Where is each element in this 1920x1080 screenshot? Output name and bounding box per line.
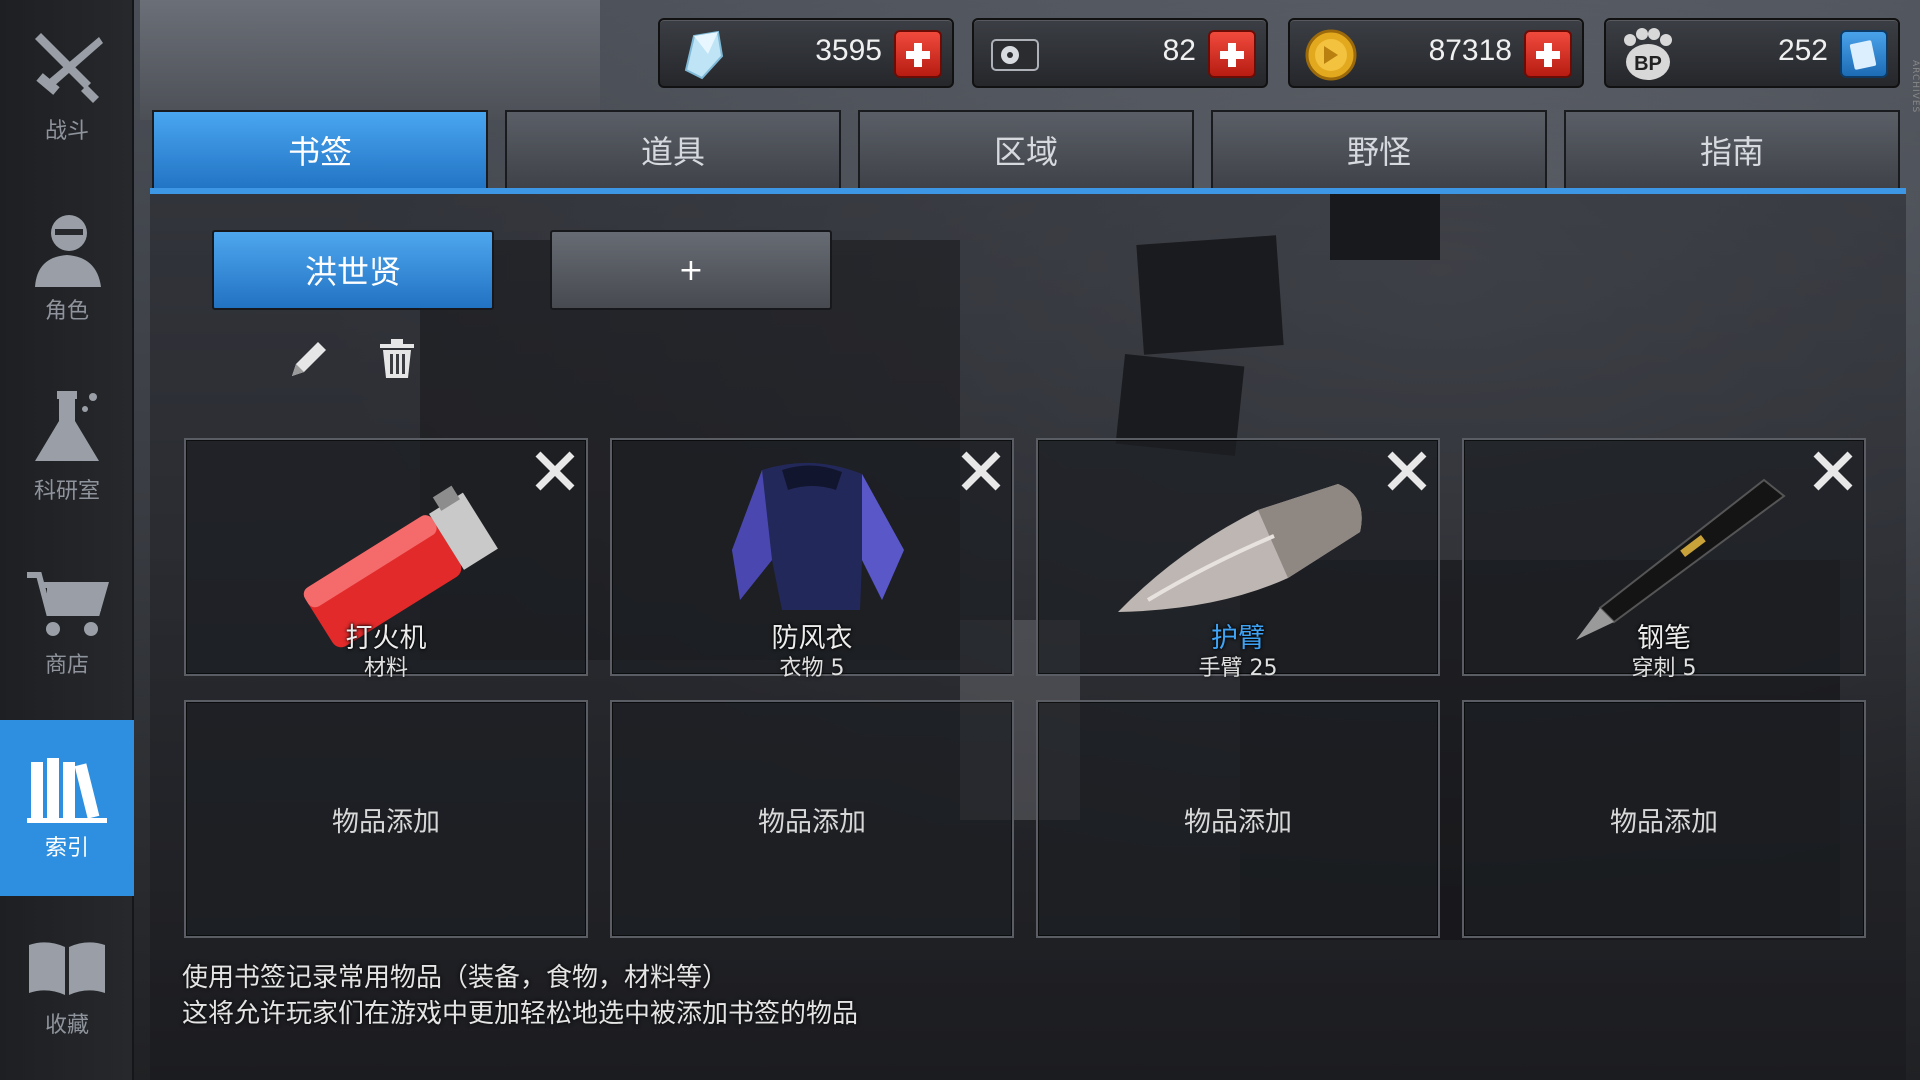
- bookmark-slot-arm-guard[interactable]: 护臂 手臂 25: [1036, 438, 1440, 681]
- tab-items[interactable]: 道具: [505, 110, 841, 188]
- add-bookmark-button[interactable]: +: [550, 230, 832, 310]
- remove-bookmark-icon[interactable]: [956, 446, 1006, 496]
- sidebar-item-lab[interactable]: 科研室: [0, 358, 134, 534]
- bookmark-help-text: 使用书签记录常用物品（装备，食物，材料等） 这将允许玩家们在游戏中更加轻松地选中…: [182, 960, 858, 1032]
- tab-guide[interactable]: 指南: [1564, 110, 1900, 188]
- books-icon: [27, 758, 107, 823]
- coin-value: 87318: [1428, 34, 1512, 67]
- side-decoration-text: ARCHIVES: [1910, 60, 1920, 114]
- bp-card-button[interactable]: [1840, 30, 1888, 78]
- bookmark-slot-fountain-pen[interactable]: 钢笔 穿刺 5: [1462, 438, 1866, 681]
- tab-areas[interactable]: 区域: [858, 110, 1194, 188]
- currency-crystal: 3595: [658, 18, 954, 88]
- svg-text:BP: BP: [1634, 53, 1662, 75]
- sidebar-item-label: 索引: [44, 836, 89, 861]
- pencil-edit-icon[interactable]: [286, 336, 332, 382]
- sidebar-item-label: 角色: [44, 299, 89, 324]
- add-item-label: 物品添加: [332, 806, 440, 838]
- tab-bookmarks[interactable]: 书签: [152, 110, 488, 188]
- item-category: 材料: [363, 656, 408, 681]
- bp-paw-icon: BP: [1624, 28, 1672, 80]
- bookmark-slot-windbreaker[interactable]: 防风衣 衣物 5: [610, 438, 1014, 681]
- help-line-1: 使用书签记录常用物品（装备，食物，材料等）: [182, 963, 729, 993]
- add-coin-button[interactable]: [1524, 30, 1572, 78]
- disk-value: 82: [1162, 34, 1196, 67]
- sidebar-item-label: 科研室: [33, 479, 100, 504]
- sidebar-item-label: 战斗: [44, 119, 89, 144]
- flask-icon: [35, 391, 99, 461]
- gold-coin-icon: [1305, 29, 1357, 81]
- sidebar-item-shop[interactable]: 商店: [0, 536, 134, 712]
- shopping-cart-icon: [27, 572, 109, 636]
- bookmark-slot-lighter[interactable]: 打火机 材料: [184, 438, 588, 681]
- bp-value: 252: [1777, 34, 1828, 67]
- sidebar-item-battle[interactable]: 战斗: [0, 0, 134, 176]
- sidebar-item-label: 商店: [44, 653, 89, 678]
- sidebar-item-label: 收藏: [44, 1013, 89, 1038]
- currency-bp: BP 252: [1604, 18, 1900, 88]
- add-crystal-button[interactable]: [894, 30, 942, 78]
- empty-slot-add-item[interactable]: 物品添加: [1036, 700, 1440, 938]
- trash-delete-icon[interactable]: [374, 336, 420, 382]
- empty-slot-add-item[interactable]: 物品添加: [610, 700, 1014, 938]
- remove-bookmark-icon[interactable]: [1382, 446, 1432, 496]
- disk-icon: [991, 39, 1039, 71]
- add-item-label: 物品添加: [1184, 806, 1292, 838]
- open-book-icon: [29, 942, 105, 995]
- item-category: 衣物 5: [779, 656, 845, 681]
- help-line-2: 这将允许玩家们在游戏中更加轻松地选中被添加书签的物品: [182, 999, 859, 1029]
- add-item-label: 物品添加: [758, 806, 866, 838]
- currency-disk: 82: [972, 18, 1268, 88]
- item-category: 穿刺 5: [1631, 656, 1697, 681]
- bookmark-name-button[interactable]: 洪世贤: [212, 230, 494, 310]
- remove-bookmark-icon[interactable]: [530, 446, 580, 496]
- card-icon: [1849, 40, 1877, 70]
- add-disk-button[interactable]: [1208, 30, 1256, 78]
- empty-slot-add-item[interactable]: 物品添加: [1462, 700, 1866, 938]
- sidebar-item-index[interactable]: 索引: [0, 720, 134, 896]
- character-portrait-icon: [35, 215, 101, 287]
- add-item-label: 物品添加: [1610, 806, 1718, 838]
- tab-monsters[interactable]: 野怪: [1211, 110, 1547, 188]
- empty-slot-add-item[interactable]: 物品添加: [184, 700, 588, 938]
- crystal-icon: [684, 30, 724, 80]
- sidebar-item-collection[interactable]: 收藏: [0, 900, 134, 1076]
- item-category: 手臂 25: [1198, 656, 1278, 681]
- crossed-weapons-icon: [35, 33, 103, 103]
- currency-coin: 87318: [1288, 18, 1584, 88]
- remove-bookmark-icon[interactable]: [1808, 446, 1858, 496]
- left-sidebar: 战斗 角色 科研室 商店 索引 收藏: [0, 0, 134, 1080]
- crystal-value: 3595: [815, 34, 882, 67]
- sidebar-item-character[interactable]: 角色: [0, 178, 134, 354]
